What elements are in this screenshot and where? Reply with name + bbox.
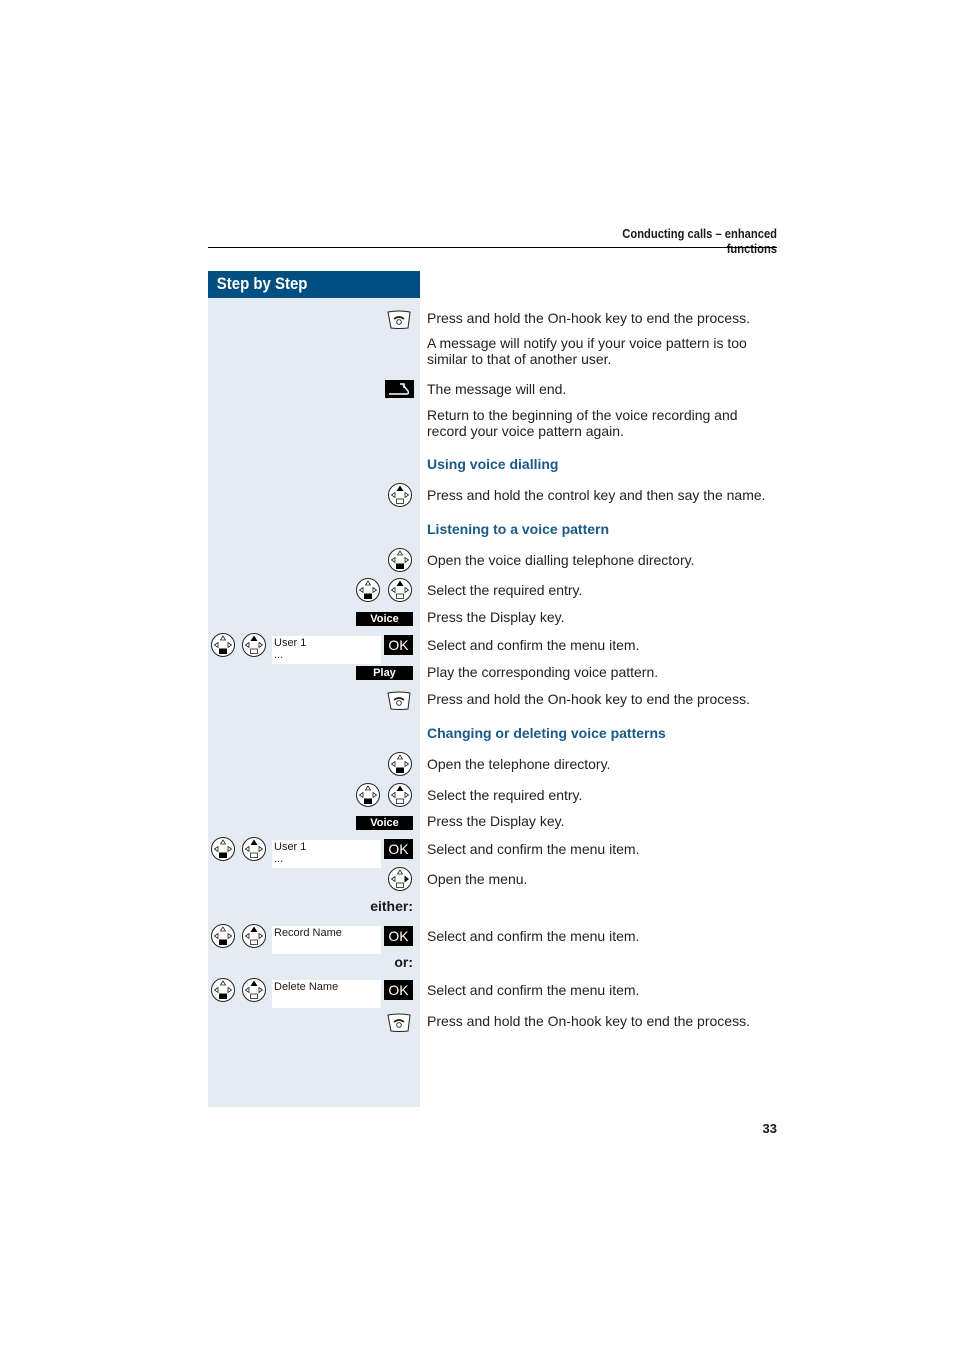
step-text: Select and confirm the menu item.	[427, 928, 640, 944]
step-text: Press and hold the On-hook key to end th…	[427, 691, 750, 707]
control-key-up-icon	[241, 977, 267, 1003]
sidebar-title: Step by Step	[216, 274, 308, 293]
control-key-down-icon	[355, 577, 381, 603]
control-key-right-icon	[387, 866, 413, 892]
control-key-down-icon	[387, 751, 413, 777]
control-key-up-icon	[241, 923, 267, 949]
control-key-up-icon	[241, 836, 267, 862]
step-text: Press and hold the On-hook key to end th…	[427, 310, 750, 326]
step-text: Open the voice dialling telephone direct…	[427, 552, 695, 568]
step-text: Return to the beginning of the voice rec…	[427, 407, 738, 439]
display-menu-item: Record Name	[272, 926, 381, 954]
step-text: A message will notify you if your voice …	[427, 335, 747, 367]
display-menu-item: User 1 ...	[272, 840, 381, 868]
display-menu-item: User 1 ...	[272, 636, 381, 664]
display-line-1: Record Name	[274, 927, 342, 939]
play-display-key[interactable]: Play	[356, 666, 413, 680]
step-text: Press the Display key.	[427, 609, 565, 625]
display-line-2: ...	[274, 649, 284, 661]
control-key-up-icon	[241, 632, 267, 658]
ok-key[interactable]: OK	[384, 926, 413, 946]
header-rule	[208, 247, 777, 248]
either-label: either:	[370, 898, 413, 914]
step-text: Play the corresponding voice pattern.	[427, 664, 659, 680]
on-hook-key-icon	[386, 1010, 412, 1036]
ok-key[interactable]: OK	[384, 980, 413, 1000]
display-line-1: User 1	[274, 841, 307, 853]
control-key-up-icon	[387, 577, 413, 603]
control-key-down-icon	[355, 782, 381, 808]
display-menu-item: Delete Name	[272, 980, 381, 1008]
control-key-up-icon	[387, 782, 413, 808]
control-key-down-icon	[210, 977, 236, 1003]
on-hook-key-icon	[386, 307, 412, 333]
step-text: Press the Display key.	[427, 813, 565, 829]
step-text: Select the required entry.	[427, 582, 583, 598]
control-key-down-icon	[210, 836, 236, 862]
control-key-up-icon	[387, 482, 413, 508]
display-line-2: ...	[274, 853, 284, 865]
voice-display-key[interactable]: Voice	[356, 612, 413, 626]
voice-display-key[interactable]: Voice	[356, 816, 413, 830]
step-text: Press and hold the On-hook key to end th…	[427, 1013, 750, 1029]
step-text: The message will end.	[427, 381, 567, 397]
section-heading: Using voice dialling	[427, 456, 559, 472]
step-text: Select the required entry.	[427, 787, 583, 803]
sidebar-title-bar: Step by Step	[208, 271, 420, 298]
control-key-down-icon	[387, 547, 413, 573]
step-text: Open the menu.	[427, 871, 528, 887]
page-number: 33	[762, 1121, 777, 1136]
step-text: Select and confirm the menu item.	[427, 637, 640, 653]
step-text: Press and hold the control key and then …	[427, 487, 766, 503]
display-line-1: User 1	[274, 637, 307, 649]
ok-key[interactable]: OK	[384, 635, 413, 655]
step-text: Select and confirm the menu item.	[427, 982, 640, 998]
step-text: Select and confirm the menu item.	[427, 841, 640, 857]
section-heading: Changing or deleting voice patterns	[427, 725, 666, 741]
or-label: or:	[394, 954, 413, 970]
running-header: Conducting calls – enhanced functions	[622, 226, 777, 256]
ok-key[interactable]: OK	[384, 839, 413, 859]
control-key-down-icon	[210, 632, 236, 658]
control-key-down-icon	[210, 923, 236, 949]
on-hook-key-icon	[386, 688, 412, 714]
display-line-1: Delete Name	[274, 981, 339, 993]
step-text: Open the telephone directory.	[427, 756, 611, 772]
back-key-icon	[385, 380, 414, 398]
section-heading: Listening to a voice pattern	[427, 521, 610, 537]
